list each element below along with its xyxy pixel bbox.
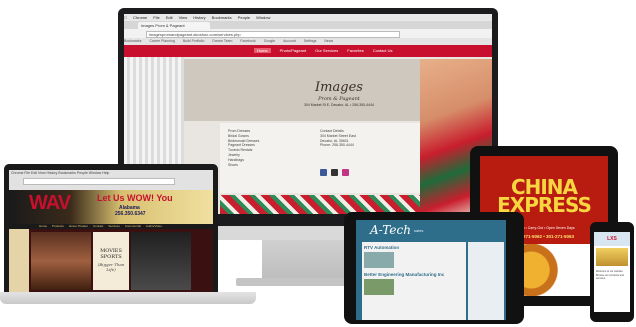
bookmark-item[interactable]: Dream Team: [212, 39, 232, 43]
site-logo-title[interactable]: Images: [274, 80, 404, 95]
menu-item[interactable]: Bookmarks: [212, 15, 232, 20]
product-image: [364, 279, 394, 295]
phone-body-text: Welcome to our website. Browse our produ…: [596, 270, 624, 280]
contact-line: 304 Market Street East: [320, 133, 356, 138]
menu-item[interactable]: File: [153, 15, 159, 20]
tablet-screen: A-Tech sales RTV Automation Better Engin…: [356, 220, 506, 320]
phone-screen: LXS Welcome to our website. Browse our p…: [594, 232, 630, 312]
browser-toolbar: imagespromandpageant.akoshoo.com/service…: [124, 29, 492, 38]
social-icons: [320, 163, 353, 181]
phone-hero-image: [596, 248, 628, 266]
atech-heading[interactable]: RTV Automation: [364, 245, 399, 250]
china-express-title[interactable]: CHINA EXPRESS: [480, 177, 608, 215]
site-navbar: Home Photo/Pageant Our Services Favorites Co…: [124, 45, 492, 57]
menu-item[interactable]: Edit: [166, 15, 173, 20]
service-item[interactable]: Shoes: [228, 163, 259, 168]
nav-item[interactable]: Home: [39, 224, 47, 228]
contact-details: Contact Details 304 Market Street East D…: [320, 129, 356, 148]
apple-icon[interactable]: : [124, 15, 127, 20]
wav-tagline: Let Us WOW! You: [97, 193, 173, 203]
atech-sidebar: [468, 242, 504, 320]
bookmark-item[interactable]: Account: [283, 39, 296, 43]
nav-item[interactable]: Services: [108, 224, 120, 228]
nav-services[interactable]: Our Services: [315, 48, 338, 53]
phone-site-logo[interactable]: LXS: [594, 232, 630, 246]
atech-logo-sub: sales: [414, 228, 424, 233]
bookmark-item[interactable]: Settings: [304, 39, 317, 43]
atech-logo[interactable]: A-Tech: [370, 223, 411, 237]
address-bar[interactable]: imagespromandpageant.akoshoo.com/service…: [146, 31, 400, 38]
browser-chrome: Chrome File Edit View History Bookmarks …: [9, 170, 213, 190]
nav-photo[interactable]: Photo/Pageant: [280, 48, 306, 53]
laptop-base: [0, 292, 256, 304]
bookmark-item[interactable]: News: [324, 39, 333, 43]
services-list: Prom Dresses Bridal Gowns Bridesmaid Dre…: [228, 129, 259, 167]
movies-title: MOVIES SPORTS: [100, 248, 122, 260]
movies-subtitle: (Bigger Than Life): [97, 262, 125, 272]
site-address: 304 Market St E, Decatur, AL • 256-350-4…: [304, 103, 374, 107]
mac-menubar:  Chrome File Edit View History Bookmarks Peopl…: [124, 14, 492, 21]
bookmark-item[interactable]: Career Planning: [150, 39, 175, 43]
menu-item[interactable]: Chrome: [133, 15, 147, 20]
mac-menubar: Chrome File Edit View History Bookmarks …: [11, 171, 110, 175]
bookmark-item[interactable]: Bookmarks: [124, 39, 142, 43]
bookmark-item[interactable]: Google: [264, 39, 275, 43]
instagram-icon[interactable]: [342, 169, 349, 176]
imac-stand: [262, 240, 354, 280]
tv-photo: [131, 232, 191, 290]
nav-home[interactable]: Home: [254, 48, 271, 53]
wav-logo[interactable]: WAV: [29, 192, 71, 215]
nav-item[interactable]: Home Theater: [69, 224, 88, 228]
menu-item[interactable]: History: [193, 15, 205, 20]
menu-item[interactable]: Window: [256, 15, 270, 20]
menu-item[interactable]: View: [179, 15, 188, 20]
wav-phone: 256.350.6347: [115, 211, 146, 217]
contact-line: Phone: 256-350-4444: [320, 143, 354, 148]
browser-tab[interactable]: Images Prom & Pageant: [138, 22, 210, 29]
twitter-icon[interactable]: [331, 169, 338, 176]
browser-tabbar: Images Prom & Pageant: [124, 21, 492, 29]
bookmark-item[interactable]: Build Portfolio: [183, 39, 205, 43]
atech-heading[interactable]: Better Engineering Manufacturing Inc: [364, 272, 444, 277]
nav-favorites[interactable]: Favorites: [347, 48, 363, 53]
home-theater-photo: [31, 232, 91, 290]
movies-panel: [93, 232, 129, 290]
nav-contact[interactable]: Contact Us: [373, 48, 393, 53]
wav-sidebar: [9, 229, 29, 292]
nav-item[interactable]: Contact: [93, 224, 103, 228]
facebook-icon[interactable]: [320, 169, 327, 176]
address-bar[interactable]: [23, 178, 175, 185]
bookmark-item[interactable]: Facebook: [240, 39, 255, 43]
menu-item[interactable]: People: [238, 15, 250, 20]
nav-item[interactable]: Commercial: [125, 224, 141, 228]
nav-item[interactable]: Audio/Video: [146, 224, 162, 228]
nav-item[interactable]: Products: [52, 224, 64, 228]
product-image: [364, 252, 394, 268]
laptop-screen: Chrome File Edit View History Bookmarks …: [9, 170, 213, 292]
bookmarks-bar: Bookmarks Career Planning Build Portfolio D…: [124, 38, 492, 45]
site-logo-subtitle: Prom & Pageant: [318, 96, 360, 102]
